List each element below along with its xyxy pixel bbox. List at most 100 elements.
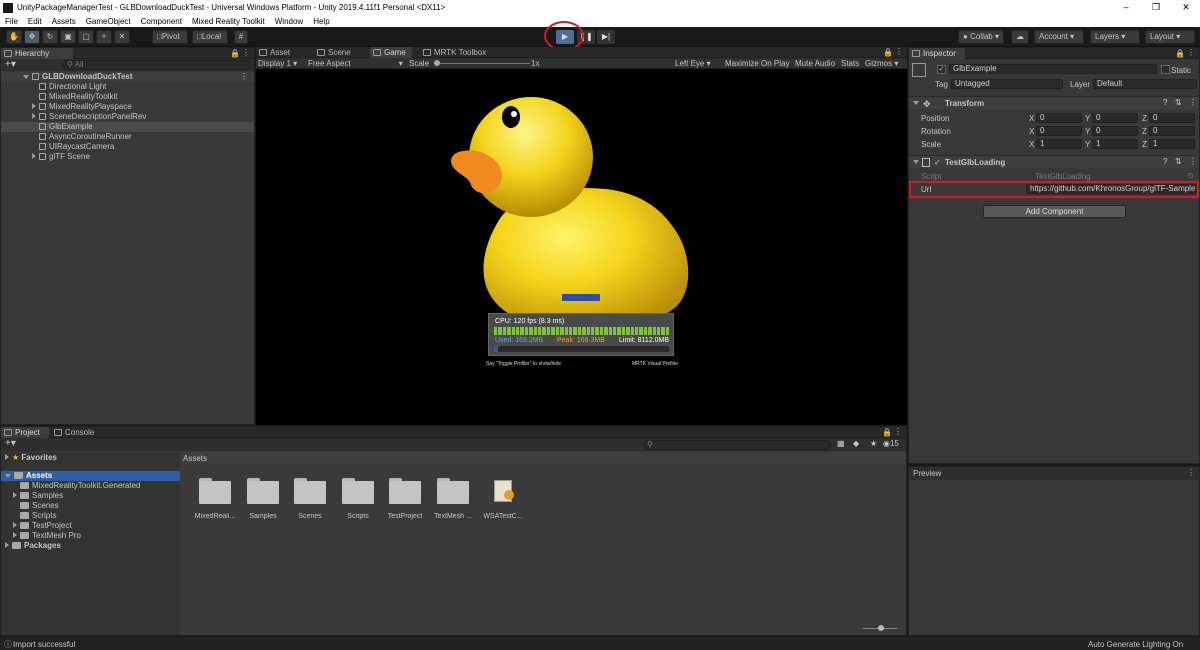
layers-dropdown[interactable]: Layers ▾	[1090, 30, 1140, 44]
maximize-on-play-toggle[interactable]: Maximize On Play	[725, 59, 789, 68]
mute-audio-toggle[interactable]: Mute Audio	[795, 59, 835, 68]
hierarchy-item[interactable]: UIRaycastCamera	[1, 142, 254, 152]
hierarchy-item[interactable]: SceneDescriptionPanelRev	[1, 112, 254, 122]
tab-inspector[interactable]: Inspector	[909, 48, 965, 59]
scale-tool-icon[interactable]: ▣	[60, 30, 76, 44]
component-help-icon[interactable]: ?	[1163, 157, 1167, 166]
help-icon[interactable]: ?	[1163, 98, 1167, 107]
layout-dropdown[interactable]: Layout ▾	[1145, 30, 1195, 44]
component-more-icon[interactable]: ⋮	[1189, 157, 1197, 166]
move-tool-icon[interactable]: ✥	[24, 30, 40, 44]
tab-asset-store[interactable]: Asset Store	[256, 47, 314, 68]
favorite-star-icon[interactable]: ★	[870, 439, 877, 448]
zoom-slider-thumb[interactable]	[878, 625, 884, 631]
rotate-tool-icon[interactable]: ↻	[42, 30, 58, 44]
menu-component[interactable]: Component	[136, 17, 187, 26]
object-name-input[interactable]: GlbExample	[949, 64, 1157, 74]
tab-mrtk-toolbox[interactable]: MRTK Toolbox	[420, 47, 496, 58]
stats-toggle[interactable]: Stats	[841, 59, 859, 68]
menu-help[interactable]: Help	[308, 17, 334, 26]
hierarchy-item[interactable]: AsyncCoroutineRunner	[1, 132, 254, 142]
game-more-icon[interactable]: ⋮	[895, 47, 903, 56]
asset-folder-icon[interactable]	[199, 478, 231, 504]
scale-z-input[interactable]: 1	[1149, 139, 1195, 149]
local-toggle[interactable]: □Local	[192, 30, 228, 44]
position-y-input[interactable]: 0	[1092, 113, 1138, 123]
scale-slider-track[interactable]	[434, 63, 530, 64]
asset-file-icon[interactable]	[487, 478, 519, 504]
hierarchy-item[interactable]: MixedRealityPlayspace	[1, 102, 254, 112]
grid-snap-icon[interactable]: #	[234, 30, 248, 44]
more-icon[interactable]: ⋮	[242, 48, 250, 57]
scale-x-input[interactable]: 1	[1036, 139, 1082, 149]
collab-dropdown[interactable]: ● Collab ▾	[958, 30, 1004, 44]
asset-folder-icon[interactable]	[247, 478, 279, 504]
maximize-icon[interactable]: ❐	[1142, 0, 1170, 15]
preset-icon[interactable]: ⇅	[1175, 98, 1182, 107]
inspector-lock-icon[interactable]: 🔒	[1175, 49, 1185, 58]
custom-tool-icon[interactable]: ✕	[114, 30, 130, 44]
position-z-input[interactable]: 0	[1149, 113, 1195, 123]
menu-window[interactable]: Window	[270, 17, 308, 26]
component-menu-icon[interactable]: ⋮	[1189, 98, 1197, 107]
tab-console[interactable]: Console	[51, 427, 101, 438]
filter-type-icon[interactable]: ▦	[837, 439, 845, 448]
hidden-count[interactable]: ◉15	[883, 439, 899, 448]
asset-tree-item[interactable]: Scenes	[1, 501, 180, 511]
aspect-dropdown[interactable]: Free Aspect ▾	[308, 59, 403, 68]
hierarchy-search-input[interactable]: ⚲ All	[63, 60, 251, 70]
project-search-input[interactable]: ⚲	[643, 440, 831, 450]
static-checkbox[interactable]	[1161, 65, 1170, 74]
hierarchy-item[interactable]: glTF Scene	[1, 152, 254, 162]
rect-tool-icon[interactable]: ▢	[78, 30, 94, 44]
asset-folder-icon[interactable]	[342, 478, 374, 504]
lock-icon[interactable]: 🔒	[230, 49, 240, 58]
menu-file[interactable]: File	[0, 17, 23, 26]
component-enabled-checkbox[interactable]: ✓	[934, 158, 941, 167]
tab-game[interactable]: Game	[370, 47, 412, 58]
project-more-icon[interactable]: ⋮	[894, 427, 902, 436]
favorites-row[interactable]: ★ Favorites	[1, 453, 180, 463]
url-input[interactable]: https://github.com/KhronosGroup/glTF-Sam…	[1026, 184, 1196, 194]
gizmos-dropdown[interactable]: Gizmos ▾	[865, 59, 898, 68]
menu-assets[interactable]: Assets	[47, 17, 81, 26]
menu-mixed-reality-toolkit[interactable]: Mixed Reality Toolkit	[187, 17, 270, 26]
component-preset-icon[interactable]: ⇅	[1175, 157, 1182, 166]
rotation-z-input[interactable]: 0	[1149, 126, 1195, 136]
asset-folder-icon[interactable]	[437, 478, 469, 504]
scene-row[interactable]: GLBDownloadDuckTest ⋮	[1, 72, 254, 82]
project-create-icon[interactable]: +▾	[5, 438, 16, 450]
lighting-status[interactable]: Auto Generate Lighting On	[1088, 640, 1183, 649]
testglbloading-header[interactable]: ✓ TestGlbLoading ? ⇅ ⋮	[909, 155, 1199, 168]
account-dropdown[interactable]: Account ▾	[1034, 30, 1084, 44]
asset-breadcrumb[interactable]: Assets	[183, 454, 207, 463]
rotation-y-input[interactable]: 0	[1092, 126, 1138, 136]
asset-tree-item[interactable]: Samples	[1, 491, 180, 501]
display-dropdown[interactable]: Display 1 ▾	[258, 59, 297, 68]
transform-header[interactable]: ✥ Transform ? ⇅ ⋮	[909, 96, 1199, 109]
inspector-more-icon[interactable]: ⋮	[1187, 48, 1195, 57]
filter-label-icon[interactable]: ◆	[853, 439, 859, 448]
asset-tree-item[interactable]: TextMesh Pro	[1, 531, 180, 541]
position-x-input[interactable]: 0	[1036, 113, 1082, 123]
tab-scene[interactable]: Scene	[314, 47, 370, 58]
assets-root-row[interactable]: Assets	[1, 471, 180, 481]
eye-dropdown[interactable]: Left Eye ▾	[675, 59, 711, 68]
tab-hierarchy[interactable]: Hierarchy	[1, 48, 73, 59]
step-button[interactable]: ▶|	[597, 30, 615, 44]
project-lock-icon[interactable]: 🔒	[882, 428, 892, 437]
hierarchy-item[interactable]: MixedRealityToolkit	[1, 92, 254, 102]
active-checkbox[interactable]: ✓	[937, 65, 946, 74]
game-lock-icon[interactable]: 🔒	[883, 48, 893, 57]
tab-project[interactable]: Project	[1, 427, 49, 438]
asset-folder-icon[interactable]	[389, 478, 421, 504]
transform-tool-icon[interactable]: ✧	[96, 30, 112, 44]
add-component-button[interactable]: Add Component	[983, 205, 1126, 218]
scale-slider-thumb[interactable]	[434, 60, 440, 66]
tag-dropdown[interactable]: Untagged	[951, 79, 1063, 89]
asset-folder-icon[interactable]	[294, 478, 326, 504]
close-icon[interactable]: ✕	[1172, 0, 1200, 15]
script-picker-icon[interactable]: ⊙	[1187, 171, 1194, 180]
asset-tree-item[interactable]: Scripts	[1, 511, 180, 521]
create-plus-icon[interactable]: +▾	[5, 59, 16, 70]
